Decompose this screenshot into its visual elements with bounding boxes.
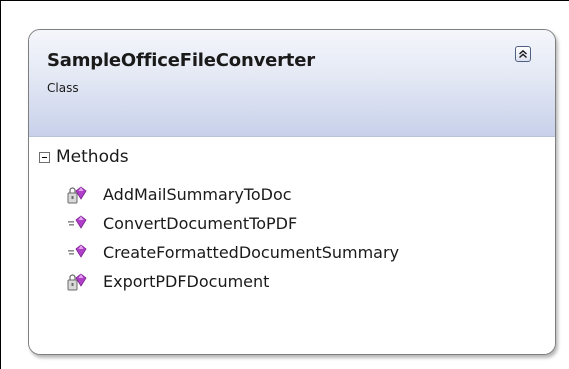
canvas-frame-top [0, 0, 569, 1]
class-shape[interactable]: SampleOfficeFileConverter Class Methods [28, 29, 556, 355]
class-name[interactable]: SampleOfficeFileConverter [47, 50, 315, 71]
public-method-icon [67, 213, 89, 235]
method-item[interactable]: ConvertDocumentToPDF [67, 209, 399, 238]
method-name: CreateFormattedDocumentSummary [103, 243, 400, 262]
method-name: ConvertDocumentToPDF [103, 214, 298, 233]
methods-section-header[interactable]: Methods [39, 147, 129, 167]
method-item[interactable]: CreateFormattedDocumentSummary [67, 238, 399, 267]
class-header[interactable]: SampleOfficeFileConverter Class [29, 30, 555, 137]
class-kind: Class [47, 81, 79, 95]
method-name: ExportPDFDocument [103, 272, 270, 291]
protected-method-icon [67, 271, 89, 293]
public-method-icon [67, 242, 89, 264]
methods-section-label: Methods [56, 147, 129, 167]
canvas-frame-left [0, 0, 1, 369]
protected-method-icon [67, 184, 89, 206]
method-list: AddMailSummaryToDoc ConvertDocumentToPDF [67, 180, 399, 296]
double-chevron-up-icon[interactable] [515, 46, 531, 62]
method-name: AddMailSummaryToDoc [103, 185, 292, 204]
method-item[interactable]: ExportPDFDocument [67, 267, 399, 296]
method-item[interactable]: AddMailSummaryToDoc [67, 180, 399, 209]
diagram-canvas: SampleOfficeFileConverter Class Methods [0, 0, 569, 369]
class-body: Methods AddMailSummaryToDoc ConvertDocum… [29, 137, 555, 354]
minus-box-icon[interactable] [39, 151, 50, 163]
